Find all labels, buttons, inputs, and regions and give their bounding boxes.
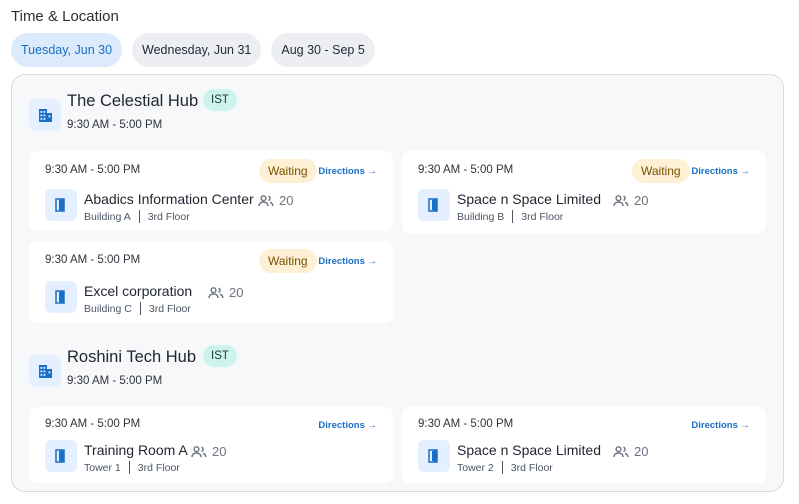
divider [512,210,514,223]
directions-link[interactable]: Directions → [318,420,377,431]
date-chips: Tuesday, Jun 30 Wednesday, Jun 31 Aug 30… [11,33,375,67]
room-location: Building C 3rd Floor [84,302,191,315]
room-card[interactable]: 9:30 AM - 5:00 PM Waiting Directions → S… [402,151,766,233]
room-time: 9:30 AM - 5:00 PM [418,164,514,176]
directions-link[interactable]: Directions → [691,166,750,177]
door-icon [45,281,77,313]
building-icon [29,355,61,387]
status-badge: Waiting [632,159,690,183]
capacity-count: 20 [279,193,294,208]
capacity-count: 20 [634,193,649,208]
room-card[interactable]: 9:30 AM - 5:00 PM Directions → Space n S… [402,407,766,483]
divider [128,461,130,474]
people-icon [258,194,274,206]
door-icon [418,189,450,221]
building-icon [29,99,61,131]
divider [501,461,503,474]
capacity: 20 [208,285,243,300]
date-chip-wednesday[interactable]: Wednesday, Jun 31 [132,33,262,67]
room-name: Space n Space Limited [457,191,601,207]
timezone-badge: IST [203,345,237,367]
directions-link[interactable]: Directions → [691,420,750,431]
date-chip-tuesday[interactable]: Tuesday, Jun 30 [11,33,123,67]
door-icon [418,440,450,472]
locations-panel: The Celestial Hub IST 9:30 AM - 5:00 PM … [11,74,784,492]
room-time: 9:30 AM - 5:00 PM [418,418,514,430]
room-name: Abadics Information Center [84,191,254,207]
room-time: 9:30 AM - 5:00 PM [45,254,141,266]
room-location: Tower 1 3rd Floor [84,461,180,474]
people-icon [191,445,207,457]
status-badge: Waiting [259,159,317,183]
room-name: Space n Space Limited [457,442,601,458]
floor-label: 3rd Floor [521,210,564,223]
status-badge: Waiting [259,249,317,273]
room-name: Excel corporation [84,283,193,299]
capacity-count: 20 [634,444,649,459]
directions-link[interactable]: Directions → [318,166,377,177]
room-time: 9:30 AM - 5:00 PM [45,418,141,430]
hub-hours: 9:30 AM - 5:00 PM [67,375,163,387]
door-icon [45,440,77,472]
hub-name: Roshini Tech Hub [67,348,197,366]
page-title: Time & Location [11,8,119,25]
hub-name: The Celestial Hub [67,92,199,110]
room-location: Building B 3rd Floor [457,210,563,223]
hub-hours: 9:30 AM - 5:00 PM [67,119,163,131]
room-time: 9:30 AM - 5:00 PM [45,164,141,176]
capacity: 20 [258,193,293,208]
capacity: 20 [191,444,226,459]
capacity-count: 20 [229,285,244,300]
people-icon [613,445,629,457]
floor-label: 3rd Floor [137,461,180,474]
divider [138,210,140,223]
timezone-badge: IST [203,89,237,111]
room-location: Tower 2 3rd Floor [457,461,553,474]
building-label: Tower 1 [84,461,121,474]
divider [139,302,141,315]
capacity-count: 20 [212,444,227,459]
building-label: Tower 2 [457,461,494,474]
building-label: Building A [84,210,131,223]
room-name: Training Room A [84,442,188,458]
people-icon [208,286,224,298]
floor-label: 3rd Floor [510,461,553,474]
building-label: Building B [457,210,505,223]
date-chip-range[interactable]: Aug 30 - Sep 5 [271,33,375,67]
door-icon [45,189,77,221]
room-location: Building A 3rd Floor [84,210,190,223]
room-card[interactable]: 9:30 AM - 5:00 PM Waiting Directions → E… [29,241,393,323]
capacity: 20 [613,193,648,208]
people-icon [613,194,629,206]
floor-label: 3rd Floor [148,302,191,315]
room-card[interactable]: 9:30 AM - 5:00 PM Waiting Directions → A… [29,151,393,231]
directions-link[interactable]: Directions → [318,256,377,267]
floor-label: 3rd Floor [147,210,190,223]
capacity: 20 [613,444,648,459]
building-label: Building C [84,302,132,315]
room-card[interactable]: 9:30 AM - 5:00 PM Directions → Training … [29,407,393,483]
